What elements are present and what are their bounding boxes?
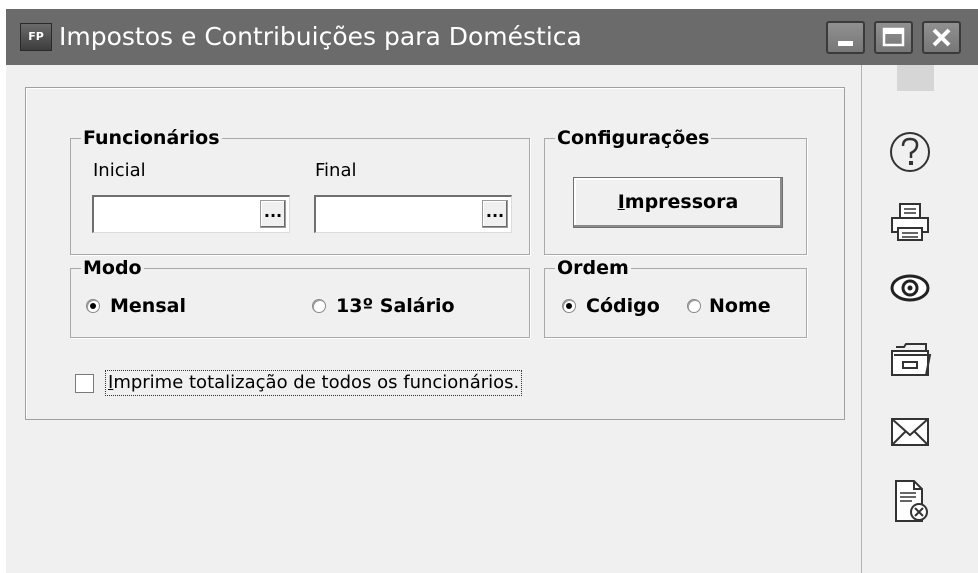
ordem-group: Ordem Código Nome bbox=[544, 257, 807, 338]
window-content: Funcionários Inicial Final ... ... Confi… bbox=[6, 65, 978, 573]
ordem-nome-label: Nome bbox=[709, 295, 771, 317]
sidebar-scroll-tab[interactable] bbox=[897, 65, 934, 91]
title-bar[interactable]: FP Impostos e Contribuições para Domésti… bbox=[6, 9, 978, 65]
funcionario-inicial-input[interactable]: ... bbox=[92, 195, 290, 233]
modo-13-salario-radio-circle bbox=[312, 299, 326, 313]
minimize-icon bbox=[838, 41, 853, 46]
modo-mensal-radio-circle bbox=[86, 299, 100, 313]
ordem-nome-radio-circle bbox=[687, 299, 701, 313]
ordem-codigo-radio[interactable]: Código bbox=[562, 295, 660, 317]
inicial-label: Inicial bbox=[93, 160, 146, 181]
maximize-icon bbox=[882, 27, 905, 47]
action-sidebar bbox=[861, 65, 978, 573]
printer-icon[interactable] bbox=[886, 198, 934, 246]
modo-13-salario-radio[interactable]: 13º Salário bbox=[312, 295, 455, 317]
maximize-button[interactable] bbox=[874, 21, 913, 54]
inicial-lookup-button[interactable]: ... bbox=[260, 200, 286, 228]
preview-icon[interactable] bbox=[886, 264, 934, 312]
filter-panel: Funcionários Inicial Final ... ... Confi… bbox=[25, 87, 845, 420]
email-icon[interactable] bbox=[886, 407, 934, 455]
impressora-mnemonic: I bbox=[617, 191, 625, 213]
modo-legend: Modo bbox=[81, 257, 144, 279]
ordem-codigo-label: Código bbox=[586, 295, 660, 317]
funcionario-final-input[interactable]: ... bbox=[314, 195, 512, 233]
window-title: Impostos e Contribuições para Doméstica bbox=[59, 22, 582, 51]
app-icon[interactable]: FP bbox=[20, 23, 52, 51]
modo-13-salario-label: 13º Salário bbox=[336, 295, 455, 317]
modo-group: Modo Mensal 13º Salário bbox=[70, 257, 530, 338]
modo-mensal-radio[interactable]: Mensal bbox=[86, 295, 186, 317]
window: FP Impostos e Contribuições para Domésti… bbox=[6, 9, 978, 573]
imprime-totalizacao-text: mprime totalização de todos os funcionár… bbox=[113, 372, 520, 393]
document-close-icon[interactable] bbox=[886, 477, 934, 525]
ordem-codigo-radio-circle bbox=[562, 299, 576, 313]
configuracoes-legend: Configurações bbox=[555, 127, 712, 149]
imprime-totalizacao-checkbox[interactable] bbox=[75, 374, 94, 393]
configuracoes-group: Configurações Impressora bbox=[544, 127, 807, 255]
funcionarios-group: Funcionários Inicial Final ... ... bbox=[70, 127, 530, 255]
close-icon bbox=[932, 28, 951, 47]
impressora-button[interactable]: Impressora bbox=[573, 177, 783, 228]
minimize-button[interactable] bbox=[826, 21, 865, 54]
final-lookup-button[interactable]: ... bbox=[482, 200, 508, 228]
ordem-nome-radio[interactable]: Nome bbox=[687, 295, 771, 317]
ordem-legend: Ordem bbox=[555, 257, 631, 279]
modo-mensal-label: Mensal bbox=[110, 295, 186, 317]
impressora-button-label: mpressora bbox=[624, 191, 739, 213]
funcionarios-legend: Funcionários bbox=[81, 127, 222, 149]
folder-icon[interactable] bbox=[886, 335, 934, 383]
help-icon[interactable] bbox=[886, 128, 934, 176]
imprime-totalizacao-label[interactable]: Imprime totalização de todos os funcioná… bbox=[105, 370, 523, 396]
close-button[interactable] bbox=[922, 21, 961, 54]
final-label: Final bbox=[315, 160, 357, 181]
